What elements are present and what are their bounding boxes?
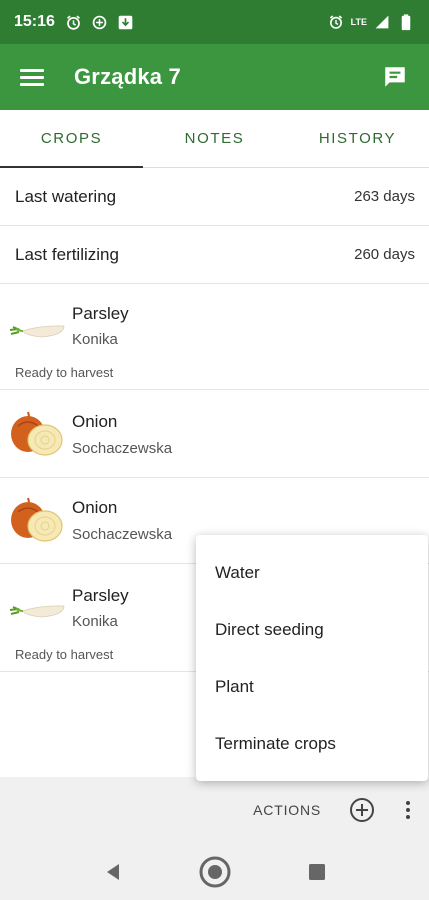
crop-variety: Konika bbox=[72, 613, 118, 630]
crop-list-item[interactable]: Onion Sochaczewska bbox=[0, 390, 429, 478]
home-icon[interactable] bbox=[198, 855, 232, 889]
crop-variety: Sochaczewska bbox=[72, 440, 173, 457]
parsley-icon bbox=[9, 605, 65, 618]
status-bar: 15:16 LTE bbox=[0, 0, 429, 44]
tab-notes[interactable]: NOTES bbox=[143, 110, 286, 167]
menu-item-terminate-crops[interactable]: Terminate crops bbox=[196, 715, 428, 772]
tab-history[interactable]: HISTORY bbox=[286, 110, 429, 167]
crop-status: Ready to harvest bbox=[15, 647, 114, 662]
last-fertilizing-row: Last fertilizing 260 days bbox=[0, 226, 429, 284]
menu-item-plant[interactable]: Plant bbox=[196, 658, 428, 715]
add-circle-icon[interactable] bbox=[349, 797, 375, 823]
menu-item-direct-seeding[interactable]: Direct seeding bbox=[196, 601, 428, 658]
onion-icon bbox=[11, 497, 63, 542]
alarm-icon bbox=[65, 13, 83, 31]
network-type-label: LTE bbox=[350, 17, 367, 27]
recents-icon[interactable] bbox=[300, 855, 334, 889]
status-right-icons: LTE bbox=[327, 13, 415, 31]
parsley-icon bbox=[9, 325, 65, 338]
menu-item-water[interactable]: Water bbox=[196, 544, 428, 601]
crop-name: Onion bbox=[72, 412, 118, 431]
notes-icon[interactable] bbox=[381, 63, 409, 91]
page-title: Grządka 7 bbox=[74, 64, 181, 89]
signal-icon bbox=[373, 13, 391, 31]
last-watering-value: 263 days bbox=[354, 188, 415, 205]
crop-name: Parsley bbox=[72, 304, 129, 323]
alarm-icon bbox=[327, 13, 345, 31]
crop-name: Parsley bbox=[72, 586, 129, 605]
menu-icon[interactable] bbox=[20, 63, 48, 91]
data-saver-icon bbox=[91, 13, 109, 31]
crop-name: Onion bbox=[72, 498, 118, 517]
tab-bar: CROPS NOTES HISTORY bbox=[0, 110, 429, 168]
more-options-icon[interactable] bbox=[401, 797, 415, 823]
bottom-action-bar: ACTIONS bbox=[0, 777, 429, 843]
last-fertilizing-label: Last fertilizing bbox=[15, 244, 119, 264]
battery-icon bbox=[397, 13, 415, 31]
actions-button[interactable]: ACTIONS bbox=[253, 802, 321, 818]
onion-icon bbox=[11, 411, 63, 456]
system-nav-bar bbox=[0, 843, 429, 900]
status-left-icons bbox=[65, 13, 135, 31]
crop-variety: Sochaczewska bbox=[72, 526, 173, 543]
crop-variety: Konika bbox=[72, 331, 118, 348]
last-watering-label: Last watering bbox=[15, 186, 117, 206]
last-fertilizing-value: 260 days bbox=[354, 246, 415, 263]
actions-popup-menu: Water Direct seeding Plant Terminate cro… bbox=[196, 535, 428, 781]
last-watering-row: Last watering 263 days bbox=[0, 168, 429, 226]
tab-crops[interactable]: CROPS bbox=[0, 110, 143, 168]
back-icon[interactable] bbox=[96, 855, 130, 889]
status-time: 15:16 bbox=[14, 13, 55, 30]
app-notification-icon bbox=[117, 13, 135, 31]
app-bar: Grządka 7 bbox=[0, 44, 429, 110]
crop-status: Ready to harvest bbox=[15, 365, 114, 380]
crop-list-item[interactable]: Parsley Konika Ready to harvest bbox=[0, 284, 429, 390]
